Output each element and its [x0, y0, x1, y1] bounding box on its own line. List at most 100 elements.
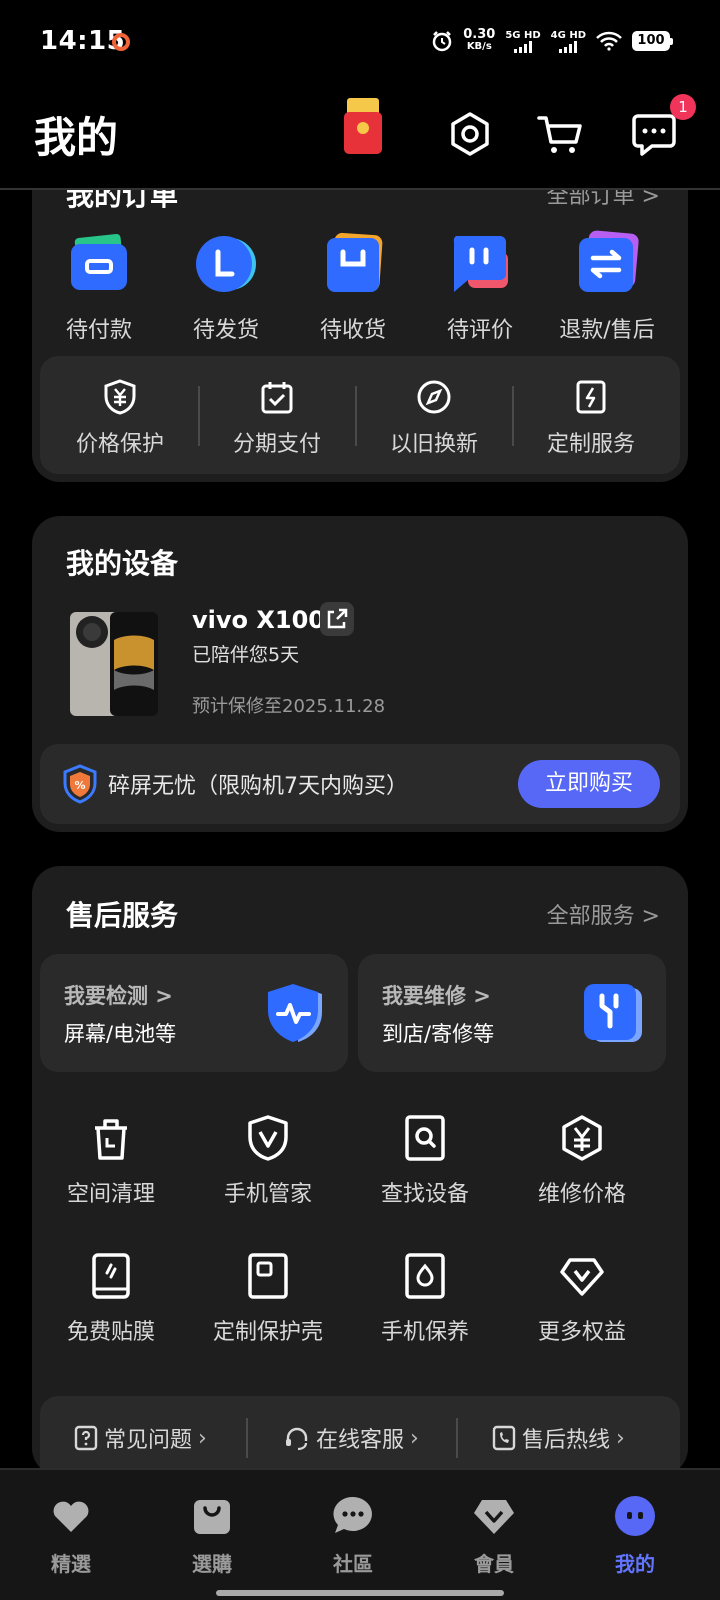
- order-pending-receipt[interactable]: 待收货: [288, 230, 418, 344]
- home-indicator[interactable]: [216, 1590, 504, 1596]
- screen-film-icon: [92, 1253, 130, 1299]
- message-icon[interactable]: [630, 110, 678, 158]
- order-label: 待付款: [65, 318, 132, 343]
- status-bar: 14:15 0.30 KB/s 5G HD 4G HD 100: [0, 0, 720, 84]
- faq-icon: [74, 1425, 98, 1451]
- tool-phone-manager[interactable]: 手机管家: [193, 1114, 343, 1208]
- service-label: 以旧换新: [389, 432, 478, 457]
- help-label: 常见问题: [104, 1428, 193, 1453]
- page-title: 我的: [34, 113, 119, 162]
- nav-featured[interactable]: 精選: [26, 1494, 116, 1577]
- service-label: 价格保护: [75, 432, 164, 457]
- recording-icon: [112, 33, 130, 51]
- tool-repair-price[interactable]: 维修价格: [507, 1114, 657, 1208]
- diagnose-card[interactable]: 我要检测 > 屏幕/电池等: [40, 954, 348, 1072]
- diamond-icon: [474, 1500, 514, 1534]
- settings-icon[interactable]: [446, 110, 494, 158]
- chevron-right-icon: ›: [616, 1425, 625, 1451]
- devices-card: 我的设备 vivo X100s 已陪伴您5天 预计保修至2025.11.28 %…: [32, 516, 688, 832]
- repair-heading: 我要维修 >: [382, 984, 491, 1008]
- device-name[interactable]: vivo X100s: [192, 606, 339, 634]
- trade-in-icon: [417, 380, 451, 414]
- external-link-icon[interactable]: [320, 602, 354, 636]
- tool-space-clean[interactable]: 空间清理: [36, 1114, 186, 1208]
- chevron-right-icon: ›: [198, 1425, 207, 1451]
- nav-label: 社區: [333, 1552, 373, 1576]
- tool-label: 手机管家: [223, 1182, 312, 1207]
- order-pending-review[interactable]: 待评价: [415, 230, 545, 344]
- order-refund-aftersale[interactable]: 退款/售后: [542, 230, 672, 344]
- ship-icon: [196, 236, 256, 292]
- device-companion-text: 已陪伴您5天: [192, 644, 300, 666]
- devices-title: 我的设备: [66, 547, 179, 580]
- repair-price-icon: [562, 1115, 602, 1161]
- service-installment[interactable]: 分期支付: [197, 378, 357, 458]
- network-speed: 0.30 KB/s: [463, 27, 496, 53]
- page-header: 我的: [0, 84, 720, 190]
- tool-label: 手机保养: [380, 1320, 469, 1345]
- repair-card[interactable]: 我要维修 > 到店/寄修等: [358, 954, 666, 1072]
- tool-phone-care[interactable]: 手机保养: [350, 1252, 500, 1346]
- service-trade-in[interactable]: 以旧换新: [354, 378, 514, 458]
- nav-label: 精選: [51, 1552, 91, 1576]
- order-label: 待发货: [192, 318, 259, 343]
- package-icon: [327, 232, 383, 292]
- sim2-label: 4G HD: [550, 29, 586, 41]
- service-custom[interactable]: 定制服务: [511, 378, 671, 458]
- order-services-panel: 价格保护 分期支付 以旧换新 定制服务: [40, 356, 680, 474]
- help-online-service[interactable]: 在线客服 ›: [284, 1422, 419, 1454]
- after-sales-card: 售后服务 全部服务 > 我要检测 > 屏幕/电池等 我要维修 > 到店/寄修等 …: [32, 866, 688, 1480]
- help-label: 在线客服: [316, 1428, 405, 1453]
- order-pending-payment[interactable]: 待付款: [34, 230, 164, 344]
- sim1-signal: 5G HD: [505, 30, 541, 53]
- nav-shop[interactable]: 選購: [167, 1494, 257, 1577]
- more-benefits-icon: [560, 1258, 604, 1296]
- buy-now-button[interactable]: 立即购买: [518, 760, 660, 808]
- bottom-navigation: 精選 選購 社區 會員 我的: [0, 1468, 720, 1600]
- orders-card: 我的订单 全部订单 > 待付款 待发货 待收货 待评价 退款/售后 价格保护 分…: [32, 140, 688, 482]
- help-faq[interactable]: 常见问题 ›: [74, 1422, 207, 1454]
- tool-more-benefits[interactable]: 更多权益: [507, 1252, 657, 1346]
- chat-bubble-icon: [333, 1496, 372, 1533]
- phone-care-icon: [405, 1253, 445, 1299]
- after-sales-title: 售后服务: [66, 899, 179, 932]
- custom-service-icon: [576, 380, 606, 414]
- tool-label: 定制保护壳: [212, 1320, 323, 1345]
- red-envelope-icon[interactable]: [342, 96, 384, 156]
- order-pending-shipment[interactable]: 待发货: [161, 230, 291, 344]
- order-label: 退款/售后: [559, 318, 655, 343]
- svg-text:%: %: [74, 779, 85, 792]
- nav-label: 會員: [474, 1552, 514, 1576]
- find-device-icon: [405, 1115, 445, 1161]
- diagnose-sub: 屏幕/电池等: [64, 1022, 177, 1046]
- headset-icon: [286, 1427, 308, 1451]
- wifi-icon: [596, 31, 622, 51]
- screen-insurance-promo[interactable]: % 碎屏无忧（限购机7天内购买） 立即购买: [40, 744, 680, 824]
- tool-find-device[interactable]: 查找设备: [350, 1114, 500, 1208]
- help-hotline[interactable]: 售后热线 ›: [492, 1422, 625, 1454]
- hotline-icon: [492, 1425, 516, 1451]
- chevron-right-icon: ›: [410, 1425, 419, 1451]
- tool-phone-case[interactable]: 定制保护壳: [193, 1252, 343, 1346]
- repair-wrench-icon: [584, 984, 642, 1042]
- nav-membership[interactable]: 會員: [449, 1494, 539, 1577]
- tool-screen-film[interactable]: 免费贴膜: [36, 1252, 186, 1346]
- trash-icon: [95, 1119, 127, 1160]
- price-protect-icon: [104, 379, 136, 415]
- order-label: 待评价: [446, 318, 513, 343]
- tool-label: 免费贴膜: [66, 1320, 155, 1345]
- nav-label: 我的: [615, 1552, 655, 1576]
- device-phone-image[interactable]: [68, 610, 160, 718]
- diagnose-shield-icon: [268, 984, 322, 1042]
- phone-manager-icon: [248, 1115, 288, 1161]
- nav-community[interactable]: 社區: [308, 1494, 398, 1577]
- after-sales-all-link[interactable]: 全部服务 >: [547, 898, 660, 930]
- shopping-bag-icon: [194, 1500, 230, 1534]
- cart-icon[interactable]: [536, 110, 584, 158]
- speed-value: 0.30: [463, 27, 496, 42]
- phone-case-icon: [248, 1253, 288, 1299]
- nav-profile[interactable]: 我的: [590, 1494, 680, 1577]
- service-label: 分期支付: [232, 432, 321, 457]
- service-price-protect[interactable]: 价格保护: [40, 378, 200, 458]
- review-icon: [453, 236, 508, 292]
